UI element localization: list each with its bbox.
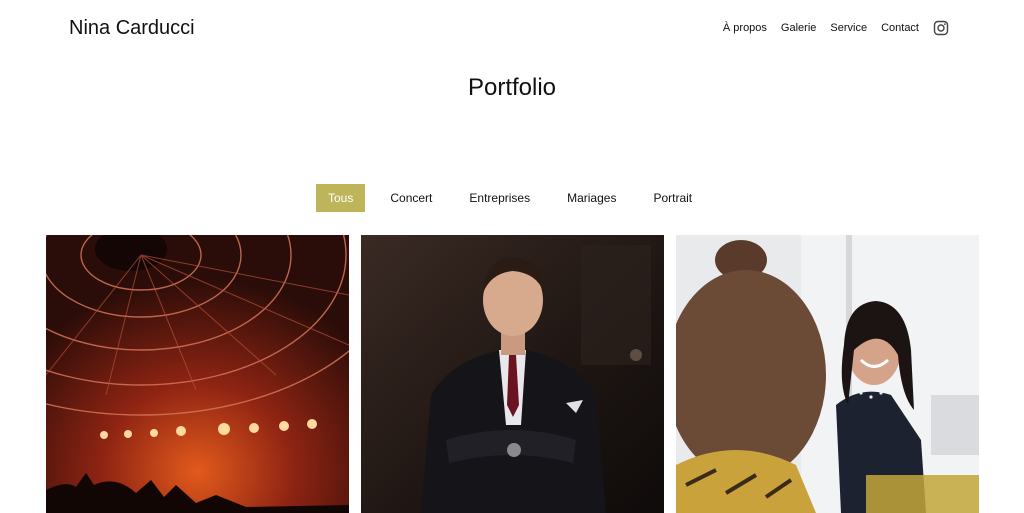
page: Nina Carducci À propos Galerie Service C… <box>0 0 1024 513</box>
instagram-icon[interactable] <box>933 20 949 36</box>
gallery-item-entreprises[interactable] <box>361 235 664 513</box>
nav-link-service[interactable]: Service <box>830 22 867 34</box>
filter-entreprises[interactable]: Entreprises <box>457 184 542 212</box>
nav-link-contact[interactable]: Contact <box>881 22 919 34</box>
page-title: Portfolio <box>467 74 557 101</box>
nav-link-galerie[interactable]: Galerie <box>781 22 816 34</box>
gallery-item-concert[interactable] <box>46 235 349 513</box>
concert-stage-photo <box>46 235 349 513</box>
gallery-item-office[interactable] <box>676 235 979 513</box>
filter-portrait[interactable]: Portrait <box>641 184 704 212</box>
office-meeting-photo <box>676 235 979 513</box>
site-header: Nina Carducci À propos Galerie Service C… <box>0 0 1024 60</box>
filter-concert[interactable]: Concert <box>378 184 444 212</box>
brand-name[interactable]: Nina Carducci <box>69 17 195 40</box>
filter-tous[interactable]: Tous <box>316 184 366 212</box>
main-nav: À propos Galerie Service Contact <box>709 20 949 36</box>
nav-link-a-propos[interactable]: À propos <box>723 22 767 34</box>
gallery-grid <box>46 235 979 513</box>
businessman-portrait-photo <box>361 235 664 513</box>
gallery-filters: Tous Concert Entreprises Mariages Portra… <box>316 184 717 212</box>
filter-mariages[interactable]: Mariages <box>555 184 628 212</box>
